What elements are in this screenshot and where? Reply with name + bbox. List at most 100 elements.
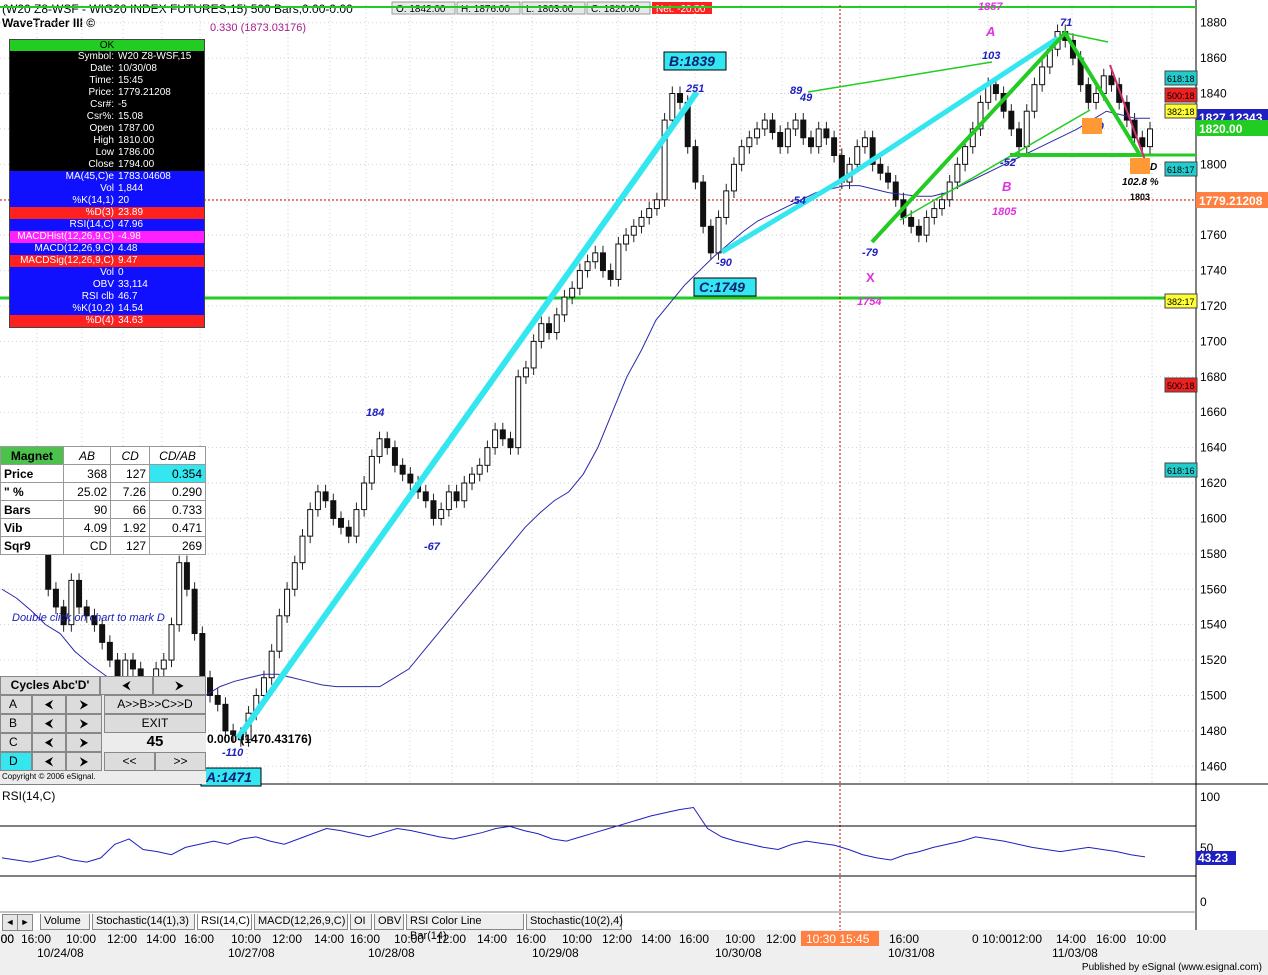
info-row: Price: 1779.21208	[10, 87, 204, 99]
candle-body	[1108, 75, 1115, 86]
y-tick-label: 1760	[1200, 228, 1227, 242]
copyright: Copyright © 2006 eSignal.	[2, 772, 96, 781]
cycle-right-D[interactable]: ⮞	[66, 752, 102, 771]
cycle-prev-button[interactable]: <<	[104, 752, 155, 771]
cycle-prev-top[interactable]: ⮜	[100, 676, 153, 695]
tab-3[interactable]: MACD(12,26,9,C)	[254, 914, 348, 930]
info-value: 34.63	[118, 315, 144, 326]
candle-body	[669, 93, 676, 121]
magnet-cell: 66	[110, 500, 151, 519]
cycle-row-A[interactable]: A	[0, 695, 32, 714]
magnet-cell: 0.733	[149, 500, 206, 519]
cycle-left-B[interactable]: ⮜	[32, 714, 66, 733]
exit-button[interactable]: EXIT	[104, 714, 206, 733]
info-row: High 1810.00	[10, 135, 204, 147]
wave-label: -79	[862, 247, 879, 259]
cycle-row-B[interactable]: B	[0, 714, 32, 733]
tab-5[interactable]: OBV	[374, 914, 404, 930]
ohlc-1: H: 1876.00	[461, 4, 510, 15]
candle-body	[885, 172, 892, 183]
x-time: 10:00	[562, 932, 592, 946]
candle-body	[623, 234, 630, 245]
tab-4[interactable]: OI	[350, 914, 372, 930]
cycle-right-B[interactable]: ⮞	[66, 714, 102, 733]
candle-body	[592, 252, 599, 263]
y-tick-label: 1800	[1200, 157, 1227, 171]
candle-body	[214, 694, 221, 705]
info-key: Vol	[100, 267, 114, 278]
d-value: 1803	[1130, 192, 1150, 202]
magnet-cell: Sqr9	[0, 536, 64, 555]
tab-1[interactable]: Stochastic(14(1),3)	[92, 914, 195, 930]
magnet-cell: 90	[62, 500, 112, 519]
candle-body	[615, 243, 622, 280]
tab-7[interactable]: Stochastic(10(2),4)	[526, 914, 623, 930]
cycle-row-C[interactable]: C	[0, 733, 32, 752]
cycle-next-top[interactable]: ⮞	[153, 676, 206, 695]
candle-body	[260, 677, 267, 696]
candle-body	[761, 119, 768, 130]
candle-body	[1093, 93, 1100, 103]
info-value: W20 Z8-WSF,15	[118, 51, 192, 62]
cycle-left-A[interactable]: ⮜	[32, 695, 66, 714]
candle-body	[1023, 110, 1030, 148]
tab-scroll-left[interactable]: ◄	[2, 914, 18, 931]
info-row: RSI clb 46.7	[10, 291, 204, 303]
candle-body	[938, 199, 945, 210]
info-key: MACD(12,26,9,C)	[34, 243, 114, 254]
wave-tag-53	[1130, 158, 1150, 174]
info-value: 15.08	[118, 111, 144, 122]
x-time: 14:00	[314, 932, 344, 946]
x-date: 10/29/08	[532, 946, 579, 960]
info-row: %K(14,1) 20	[10, 195, 204, 207]
candle-body	[183, 562, 190, 590]
info-row: MACDSig(12,26,9,C) 9.47	[10, 255, 204, 267]
candle-body	[492, 429, 499, 449]
candle-body	[607, 270, 614, 280]
candle-body	[129, 659, 136, 670]
cycle-row-D[interactable]: D	[0, 752, 32, 771]
y-tick-label: 1540	[1200, 618, 1227, 632]
magnet-cell: 0.290	[149, 482, 206, 501]
fib-tag: 618:16	[1167, 466, 1195, 476]
chart-hint: Double click on chart to mark D	[12, 612, 165, 624]
info-key: Time:	[89, 75, 114, 86]
candle-body	[160, 659, 167, 670]
candle-body	[430, 500, 437, 519]
cycle-right-C[interactable]: ⮞	[66, 733, 102, 752]
info-value: -5	[118, 99, 127, 110]
cycles-title: Cycles Abc'D'	[0, 676, 100, 695]
info-value: 14.54	[118, 303, 144, 314]
candle-body	[368, 455, 375, 484]
tab-6[interactable]: RSI Color Line Bar(14)	[406, 914, 524, 942]
info-key: Date:	[90, 63, 114, 74]
info-row: Csr#: -5	[10, 99, 204, 111]
info-key: Close	[88, 159, 114, 170]
fib-tag: 500:18	[1167, 381, 1195, 391]
tab-0[interactable]: Volume	[40, 914, 90, 930]
cycle-right-A[interactable]: ⮞	[66, 695, 102, 714]
cycle-left-D[interactable]: ⮜	[32, 752, 66, 771]
info-value: 1787.00	[118, 123, 155, 134]
x-time: 14:00	[0, 932, 14, 946]
status-ok: OK	[10, 40, 204, 51]
cycle-next-button[interactable]: >>	[155, 752, 206, 771]
candle-body	[777, 131, 784, 148]
y-tick-label: 1660	[1200, 405, 1227, 419]
rsi-last: 43.23	[1198, 851, 1228, 865]
info-key: %D(3)	[85, 207, 114, 218]
y-tick-label: 1860	[1200, 51, 1227, 65]
tab-scroll-right[interactable]: ►	[17, 914, 33, 931]
magnet-cell: 4.09	[62, 518, 112, 537]
candle-body	[861, 137, 868, 148]
candle-body	[931, 208, 938, 218]
info-key: Low	[95, 147, 114, 158]
candle-body	[445, 491, 452, 511]
candle-body	[330, 500, 337, 519]
tab-2[interactable]: RSI(14,C)	[197, 914, 252, 930]
cycle-left-C[interactable]: ⮜	[32, 733, 66, 752]
abcd-button[interactable]: A>>B>>C>>D	[104, 695, 206, 714]
rsi-tick: 0	[1200, 895, 1207, 909]
candle-body	[915, 225, 922, 236]
candle-body	[76, 579, 83, 608]
